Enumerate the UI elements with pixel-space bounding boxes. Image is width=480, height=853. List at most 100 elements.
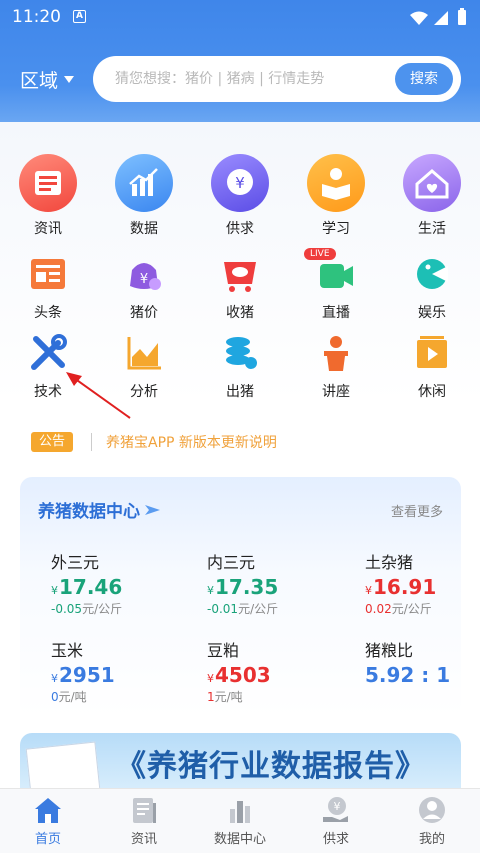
grid-item-label: 学习 [322, 221, 350, 237]
wifi-icon [410, 11, 428, 25]
analysis-chart-icon [124, 333, 164, 373]
metric-soybean-meal[interactable]: 豆粕 ¥4503 1元/吨 [207, 637, 347, 705]
metric-wai-san-yuan[interactable]: 外三元 ¥17.46 -0.05元/公斤 [51, 549, 191, 617]
grid-item-analysis[interactable]: 分析 [96, 333, 192, 401]
grid-item-entertainment[interactable]: 娱乐 [384, 254, 480, 322]
metric-change: -0.05元/公斤 [51, 602, 123, 616]
grid-item-buy-pig[interactable]: 收猪 [192, 254, 288, 322]
news-icon [19, 154, 77, 212]
divider [91, 433, 93, 451]
metric-price: ¥17.46 [51, 575, 123, 599]
grid-item-life[interactable]: 生活 [384, 154, 480, 238]
metric-pig-grain-ratio[interactable]: 猪粮比 5.92 : 1 [365, 637, 480, 687]
grid-item-label: 出猪 [226, 384, 254, 400]
nav-news[interactable]: 资讯 [96, 795, 192, 847]
svg-text:¥: ¥ [334, 800, 341, 813]
metric-tu-za-zhu[interactable]: 土杂猪 ¥16.91 0.02元/公斤 [365, 549, 480, 617]
grid-item-live[interactable]: LIVE 直播 [288, 248, 384, 322]
grid-item-label: 技术 [34, 384, 62, 400]
grid-item-study[interactable]: 学习 [288, 154, 384, 238]
bar-chart-icon [224, 795, 256, 825]
region-selector[interactable]: 区域 [20, 66, 75, 93]
data-center-title-text: 养猪数据中心 [38, 502, 140, 522]
headline-icon [28, 254, 68, 294]
study-book-icon [307, 154, 365, 212]
profile-icon [416, 795, 448, 825]
wrench-tools-icon [28, 333, 68, 373]
grid-item-label: 数据 [130, 221, 158, 237]
entertainment-icon [412, 254, 452, 294]
grid-item-label: 生活 [418, 221, 446, 237]
status-bar: 11:20 A [0, 0, 480, 34]
notification-a-icon: A [73, 10, 86, 23]
nav-mine[interactable]: 我的 [384, 795, 480, 847]
data-center-title: 养猪数据中心 [38, 497, 162, 522]
report-paper-image [25, 741, 101, 793]
grid-item-pig-price[interactable]: ¥ 猪价 [96, 254, 192, 322]
buy-pig-icon [220, 254, 260, 294]
metric-name: 玉米 [51, 641, 84, 660]
metric-change: 0.02元/公斤 [365, 602, 432, 616]
grid-item-supply[interactable]: ¥ 供求 [192, 154, 288, 238]
metric-name: 内三元 [207, 553, 256, 572]
sell-pig-icon [220, 333, 260, 373]
announcement-bar[interactable]: 公告 养猪宝APP 新版本更新说明 [31, 430, 277, 454]
live-badge: LIVE [304, 248, 336, 260]
leisure-play-icon [412, 333, 452, 373]
data-chart-icon [115, 154, 173, 212]
svg-text:¥: ¥ [235, 174, 245, 192]
bottom-nav: 首页 资讯 数据中心 ¥ 供求 我的 [0, 788, 480, 853]
grid-item-label: 头条 [34, 305, 62, 321]
metric-nei-san-yuan[interactable]: 内三元 ¥17.35 -0.01元/公斤 [207, 549, 347, 617]
caret-down-icon [64, 76, 75, 83]
system-status-icons [410, 8, 466, 25]
grid-item-data[interactable]: 数据 [96, 154, 192, 238]
metric-price: ¥17.35 [207, 575, 279, 599]
search-button[interactable]: 搜索 [395, 63, 453, 95]
grid-item-label: 讲座 [322, 384, 350, 400]
announcement-text[interactable]: 养猪宝APP 新版本更新说明 [106, 432, 277, 452]
grid-item-label: 休闲 [418, 384, 446, 400]
banner-title: 《养猪行业数据报告》 [116, 749, 426, 784]
grid-item-label: 分析 [130, 384, 158, 400]
grid-item-headline[interactable]: 头条 [0, 254, 96, 322]
live-video-icon: LIVE [304, 248, 356, 294]
status-time: 11:20 [12, 7, 61, 27]
search-bar: 搜索 [93, 56, 461, 102]
grid-item-lecture[interactable]: 讲座 [288, 333, 384, 401]
battery-icon [458, 10, 466, 25]
grid-item-leisure[interactable]: 休闲 [384, 333, 480, 401]
nav-label: 数据中心 [213, 832, 266, 847]
view-more-link[interactable]: 查看更多 [391, 501, 443, 520]
search-input[interactable] [115, 56, 375, 102]
nav-supply[interactable]: ¥ 供求 [288, 795, 384, 847]
grid-item-label: 猪价 [130, 305, 158, 321]
metric-change: 1元/吨 [207, 690, 243, 704]
metric-price: ¥16.91 [365, 575, 437, 599]
nav-home[interactable]: 首页 [0, 795, 96, 847]
grid-item-news[interactable]: 资讯 [0, 154, 96, 238]
signal-icon [434, 11, 448, 25]
nav-label: 首页 [34, 832, 61, 847]
region-label: 区域 [20, 70, 59, 92]
metric-name: 豆粕 [207, 641, 240, 660]
nav-label: 资讯 [130, 832, 157, 847]
report-banner[interactable]: 《养猪行业数据报告》 [20, 733, 461, 793]
nav-data-center[interactable]: 数据中心 [192, 795, 288, 847]
grid-item-label: 娱乐 [418, 305, 446, 321]
metric-name: 外三元 [51, 553, 100, 572]
grid-item-sell-pig[interactable]: 出猪 [192, 333, 288, 401]
yuan-hand-icon: ¥ [320, 795, 352, 825]
grid-item-label: 供求 [226, 221, 254, 237]
metric-price: 5.92 : 1 [365, 663, 451, 687]
supply-demand-icon: ¥ [211, 154, 269, 212]
pig-price-icon: ¥ [124, 254, 164, 294]
metric-corn[interactable]: 玉米 ¥2951 0元/吨 [51, 637, 191, 705]
metric-change: 0元/吨 [51, 690, 87, 704]
grid-item-label: 资讯 [34, 221, 62, 237]
grid-item-technology[interactable]: 技术 [0, 333, 96, 401]
news-doc-icon [128, 795, 160, 825]
metric-name: 土杂猪 [365, 553, 414, 572]
grid-item-label: 直播 [322, 305, 350, 321]
home-icon [32, 795, 64, 825]
